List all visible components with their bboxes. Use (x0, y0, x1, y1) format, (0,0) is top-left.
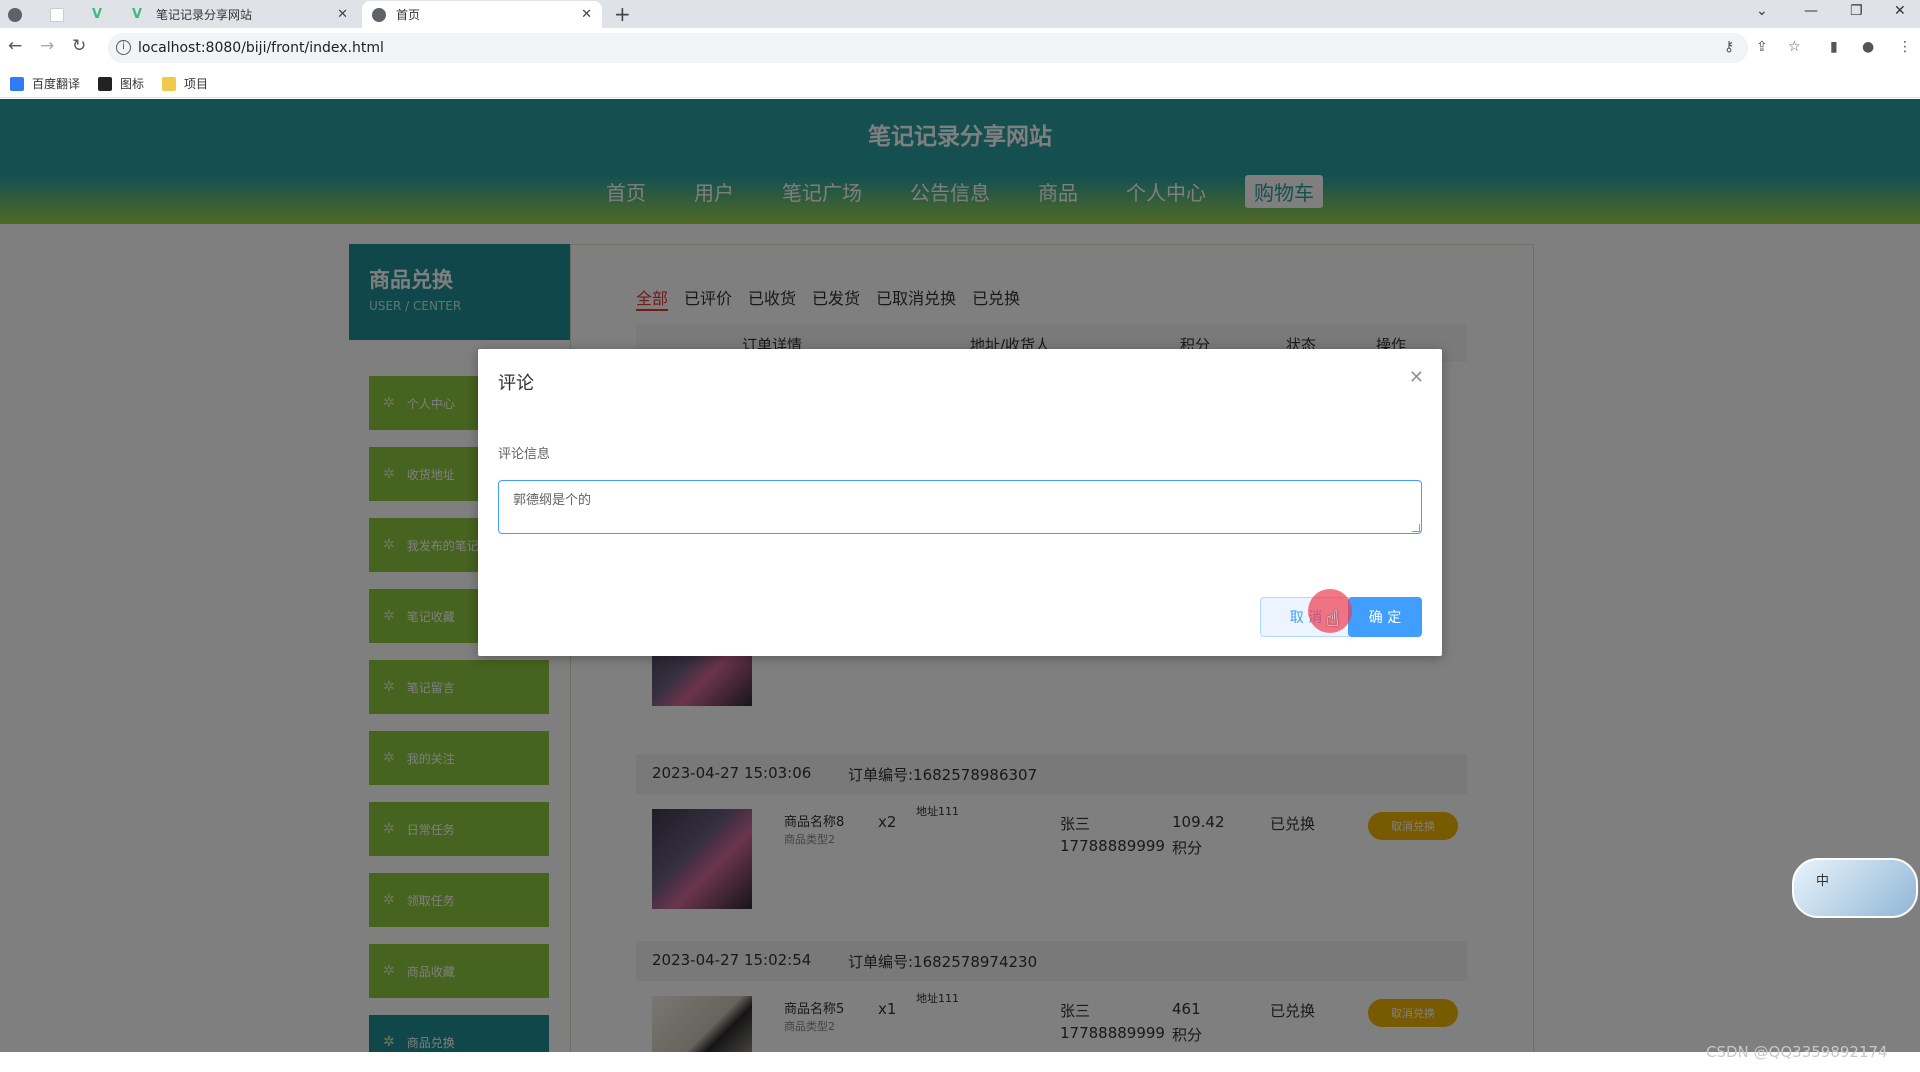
globe-icon (8, 7, 22, 22)
tab-label: 笔记记录分享网站 (156, 8, 253, 22)
info-icon[interactable]: i (116, 40, 131, 55)
browser-tab-home[interactable]: 首页 ✕ (362, 1, 602, 28)
globe-icon (372, 7, 386, 22)
browser-tab-site[interactable]: V 笔记记录分享网站 ✕ (122, 1, 358, 28)
confirm-button[interactable]: 确 定 (1348, 597, 1422, 637)
translate-icon (10, 76, 24, 91)
watermark: CSDN @QQ3359892174 (1706, 1043, 1888, 1061)
folder-icon (162, 76, 176, 91)
bookmark-item[interactable]: 百度翻译 (10, 75, 80, 92)
tab-list-icon[interactable]: ⌄ (1756, 3, 1768, 19)
browser-tab[interactable] (0, 1, 40, 28)
ime-widget[interactable]: 中 (1792, 858, 1918, 918)
window-close-icon[interactable]: ✕ (1894, 3, 1906, 19)
comment-dialog: 评论 ✕ 评论信息 取 消 确 定 ☝ (478, 349, 1442, 656)
hand-cursor-icon: ☝ (1326, 607, 1340, 632)
page-icon (50, 7, 64, 22)
address-toolbar: ← → ↻ i localhost:8080/biji/front/index.… (0, 28, 1920, 68)
browser-tab-bar: V V 笔记记录分享网站 ✕ 首页 ✕ + ⌄ — ❐ ✕ (0, 0, 1920, 28)
comment-label: 评论信息 (498, 447, 551, 462)
bookmark-item[interactable]: 图标 (98, 75, 144, 92)
vue-icon: V (91, 6, 103, 22)
url-bar[interactable]: i localhost:8080/biji/front/index.html (108, 33, 1748, 63)
star-icon[interactable]: ☆ (1788, 39, 1804, 55)
url-text: localhost:8080/biji/front/index.html (138, 40, 384, 56)
forward-icon[interactable]: → (40, 36, 54, 56)
back-icon[interactable]: ← (8, 36, 22, 56)
bookmark-item[interactable]: 项目 (162, 75, 208, 92)
dialog-title: 评论 (498, 373, 534, 394)
sidepanel-icon[interactable]: ▮ (1830, 39, 1846, 55)
share-icon[interactable]: ⇪ (1756, 39, 1772, 55)
restore-icon[interactable]: ❐ (1850, 3, 1863, 19)
close-icon[interactable]: ✕ (1409, 367, 1424, 388)
vue-icon: V (132, 6, 143, 22)
menu-icon[interactable]: ⋮ (1898, 39, 1914, 55)
close-icon[interactable]: ✕ (581, 7, 592, 22)
ime-label: 中 (1816, 874, 1830, 889)
tab-label: 首页 (396, 8, 421, 22)
image-icon (98, 76, 112, 91)
new-tab-button[interactable]: + (614, 2, 631, 26)
bookmarks-bar: 百度翻译 图标 项目 (0, 68, 1920, 98)
reload-icon[interactable]: ↻ (72, 36, 86, 56)
browser-tab[interactable] (42, 1, 82, 28)
resize-handle-icon[interactable] (1412, 524, 1420, 532)
page-viewport: 笔记记录分享网站 首页 用户 笔记广场 公告信息 商品 个人中心 购物车 商品兑… (0, 99, 1920, 1052)
minimize-icon[interactable]: — (1804, 3, 1818, 19)
close-icon[interactable]: ✕ (337, 7, 348, 22)
browser-tab[interactable]: V (82, 1, 122, 28)
comment-textarea[interactable] (498, 480, 1422, 534)
profile-icon[interactable]: ● (1862, 39, 1878, 55)
key-icon[interactable]: ⚷ (1724, 39, 1740, 55)
bottom-strip (0, 1052, 1920, 1072)
